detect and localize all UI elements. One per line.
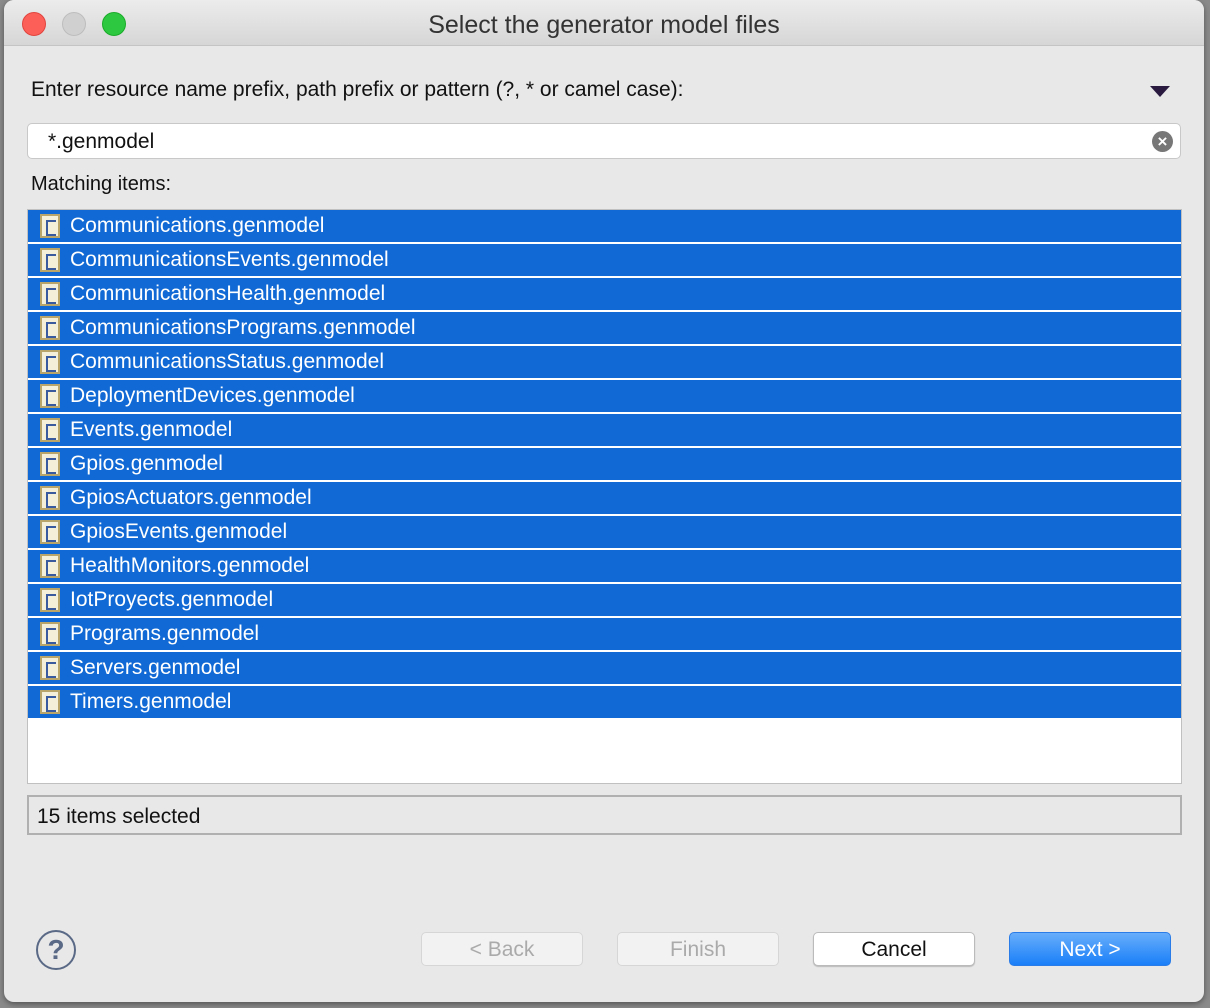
genmodel-file-icon xyxy=(40,248,60,272)
genmodel-file-icon xyxy=(40,622,60,646)
list-item[interactable]: GpiosActuators.genmodel xyxy=(28,482,1181,516)
genmodel-file-icon xyxy=(40,588,60,612)
genmodel-file-icon xyxy=(40,316,60,340)
cancel-button[interactable]: Cancel xyxy=(813,932,975,966)
back-button[interactable]: < Back xyxy=(421,932,583,966)
status-text: 15 items selected xyxy=(27,795,1182,835)
next-button[interactable]: Next > xyxy=(1009,932,1171,966)
list-item-label: Programs.genmodel xyxy=(70,622,260,645)
list-item[interactable]: GpiosEvents.genmodel xyxy=(28,516,1181,550)
list-item-label: HealthMonitors.genmodel xyxy=(70,554,310,577)
finish-button[interactable]: Finish xyxy=(617,932,779,966)
genmodel-file-icon xyxy=(40,384,60,408)
list-item[interactable]: Gpios.genmodel xyxy=(28,448,1181,482)
list-item[interactable]: DeploymentDevices.genmodel xyxy=(28,380,1181,414)
matching-items-label: Matching items: xyxy=(31,173,172,195)
genmodel-file-icon xyxy=(40,418,60,442)
genmodel-file-icon xyxy=(40,690,60,714)
dropdown-menu-icon[interactable] xyxy=(1150,86,1170,97)
list-item-label: Events.genmodel xyxy=(70,418,233,441)
help-icon[interactable]: ? xyxy=(36,930,76,970)
pattern-label: Enter resource name prefix, path prefix … xyxy=(31,78,684,101)
genmodel-file-icon xyxy=(40,214,60,238)
clear-search-icon[interactable]: × xyxy=(1152,131,1173,152)
list-item-label: Timers.genmodel xyxy=(70,690,232,713)
list-item-label: Gpios.genmodel xyxy=(70,452,223,475)
list-item-label: CommunicationsStatus.genmodel xyxy=(70,350,384,373)
window-title: Select the generator model files xyxy=(428,11,780,39)
list-item-label: CommunicationsEvents.genmodel xyxy=(70,248,389,271)
list-item[interactable]: Events.genmodel xyxy=(28,414,1181,448)
dialog-window: Select the generator model files Enter r… xyxy=(4,0,1204,1002)
list-item[interactable]: Servers.genmodel xyxy=(28,652,1181,686)
list-item[interactable]: HealthMonitors.genmodel xyxy=(28,550,1181,584)
matching-items-list[interactable]: Communications.genmodel CommunicationsEve… xyxy=(27,209,1182,784)
list-item[interactable]: CommunicationsPrograms.genmodel xyxy=(28,312,1181,346)
genmodel-file-icon xyxy=(40,656,60,680)
genmodel-file-icon xyxy=(40,486,60,510)
list-item[interactable]: CommunicationsEvents.genmodel xyxy=(28,244,1181,278)
genmodel-file-icon xyxy=(40,554,60,578)
genmodel-file-icon xyxy=(40,520,60,544)
list-item-label: GpiosActuators.genmodel xyxy=(70,486,312,509)
list-item[interactable]: IotProyects.genmodel xyxy=(28,584,1181,618)
genmodel-file-icon xyxy=(40,452,60,476)
genmodel-file-icon xyxy=(40,350,60,374)
list-item-label: CommunicationsHealth.genmodel xyxy=(70,282,386,305)
list-item-label: Communications.genmodel xyxy=(70,214,325,237)
list-item-label: DeploymentDevices.genmodel xyxy=(70,384,355,407)
list-item-label: Servers.genmodel xyxy=(70,656,241,679)
list-item[interactable]: Programs.genmodel xyxy=(28,618,1181,652)
list-item-label: CommunicationsPrograms.genmodel xyxy=(70,316,416,339)
list-item[interactable]: Communications.genmodel xyxy=(28,210,1181,244)
list-item[interactable]: CommunicationsHealth.genmodel xyxy=(28,278,1181,312)
list-item[interactable]: Timers.genmodel xyxy=(28,686,1181,720)
title-bar: Select the generator model files xyxy=(4,0,1204,46)
list-item[interactable]: CommunicationsStatus.genmodel xyxy=(28,346,1181,380)
list-item-label: IotProyects.genmodel xyxy=(70,588,274,611)
list-item-label: GpiosEvents.genmodel xyxy=(70,520,288,543)
genmodel-file-icon xyxy=(40,282,60,306)
pattern-input[interactable]: *.genmodel xyxy=(27,123,1181,159)
